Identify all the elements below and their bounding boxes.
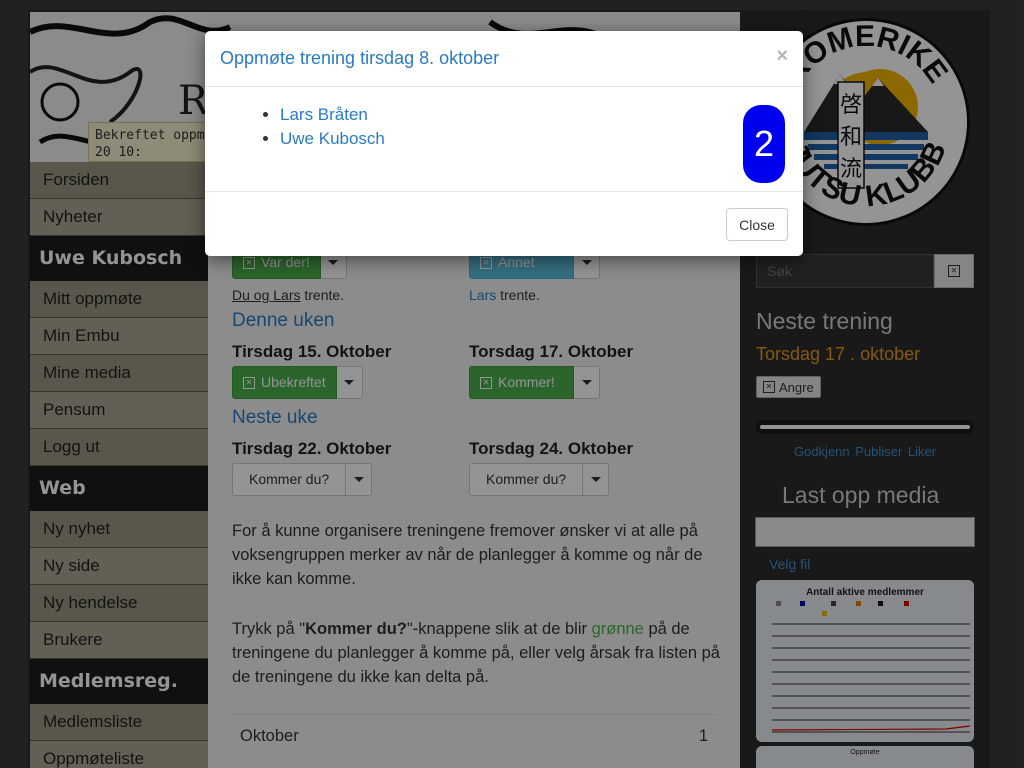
- attendee-link[interactable]: Lars Bråten: [280, 105, 368, 124]
- modal-body: Lars Bråten Uwe Kubosch 2: [205, 87, 803, 191]
- close-button[interactable]: Close: [726, 208, 788, 241]
- attendee-count-badge: 2: [743, 105, 785, 183]
- list-item: Uwe Kubosch: [280, 127, 788, 151]
- list-item: Lars Bråten: [280, 103, 788, 127]
- modal-footer: Close: [205, 191, 803, 255]
- attendee-list: Lars Bråten Uwe Kubosch: [280, 103, 788, 151]
- close-icon[interactable]: ×: [776, 45, 788, 68]
- attendance-modal: Oppmøte trening tirsdag 8. oktober × Lar…: [205, 31, 803, 256]
- attendee-link[interactable]: Uwe Kubosch: [280, 129, 385, 148]
- modal-title: Oppmøte trening tirsdag 8. oktober: [220, 48, 500, 68]
- modal-header: Oppmøte trening tirsdag 8. oktober ×: [205, 31, 803, 87]
